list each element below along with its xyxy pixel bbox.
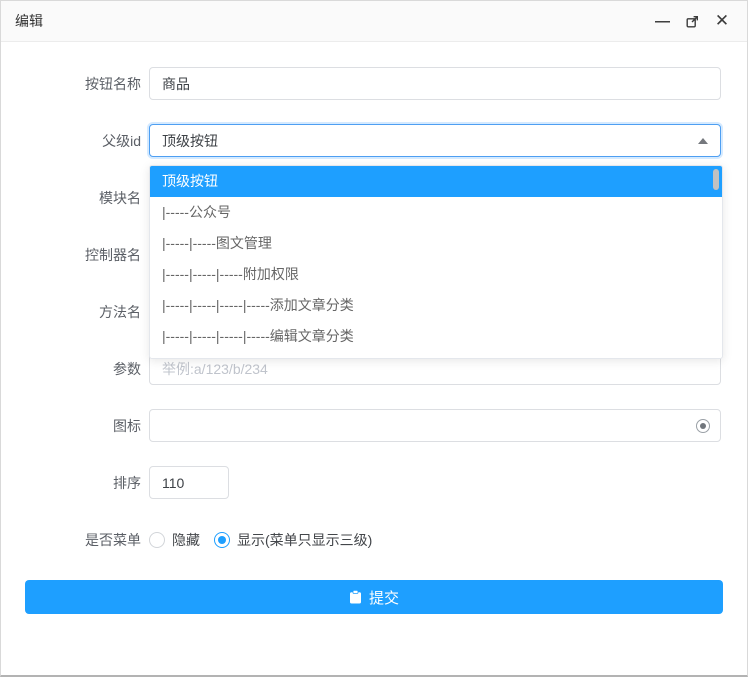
sort-input[interactable] [149,466,229,499]
is-menu-label: 是否菜单 [1,530,141,550]
params-label: 参数 [1,359,141,379]
button-name-label: 按钮名称 [1,74,141,94]
parent-id-select[interactable]: 顶级按钮 [149,124,721,157]
icon-label: 图标 [1,416,141,436]
scrollbar-thumb[interactable] [713,169,719,190]
radio-checked-icon[interactable] [214,532,230,548]
icon-picker-icon[interactable] [696,419,710,433]
clipboard-icon [349,590,362,604]
dropdown-option[interactable]: |-----|-----|-----附加权限 [150,259,722,290]
edit-dialog: 编辑 — ✕ 按钮名称 父级id 顶级按钮 模块名 [0,0,748,677]
submit-button-label: 提交 [369,587,399,608]
dropdown-option[interactable]: 顶级按钮 [150,166,722,197]
is-menu-radio-group: 隐藏 显示(菜单只显示三级) [149,530,372,550]
field-is-menu: 是否菜单 隐藏 显示(菜单只显示三级) [1,523,747,556]
dropdown-option[interactable]: |-----公众号 [150,197,722,228]
parent-id-label: 父级id [1,131,141,151]
icon-input[interactable] [149,409,721,442]
field-button-name: 按钮名称 [1,67,747,100]
maximize-icon[interactable] [683,12,701,30]
field-parent-id: 父级id 顶级按钮 [1,124,747,157]
dropdown-option[interactable]: |-----|-----|-----|-----添加文章分类 [150,290,722,321]
parent-id-dropdown: 顶级按钮 |-----公众号 |-----|-----图文管理 |-----|-… [149,165,723,359]
button-name-input[interactable] [149,67,721,100]
window-controls: — ✕ [653,12,731,30]
method-name-label: 方法名 [1,302,141,322]
radio-unchecked-icon[interactable] [149,532,165,548]
field-sort: 排序 [1,466,747,499]
dialog-titlebar: 编辑 — ✕ [1,1,747,42]
radio-hide[interactable]: 隐藏 [149,530,200,550]
module-name-label: 模块名 [1,188,141,208]
dropdown-option[interactable]: |-----|-----图文管理 [150,228,722,259]
dropdown-option[interactable]: |-----|-----|-----|-----编辑文章分类 [150,321,722,352]
field-icon: 图标 [1,409,747,442]
controller-name-label: 控制器名 [1,245,141,265]
chevron-up-icon [698,138,708,144]
radio-show[interactable]: 显示(菜单只显示三级) [214,530,372,550]
radio-show-label: 显示(菜单只显示三级) [237,530,372,550]
submit-button[interactable]: 提交 [25,580,723,614]
sort-label: 排序 [1,473,141,493]
minimize-icon[interactable]: — [653,12,671,30]
close-icon[interactable]: ✕ [713,12,731,30]
dialog-title: 编辑 [15,11,43,31]
radio-hide-label: 隐藏 [172,530,200,550]
